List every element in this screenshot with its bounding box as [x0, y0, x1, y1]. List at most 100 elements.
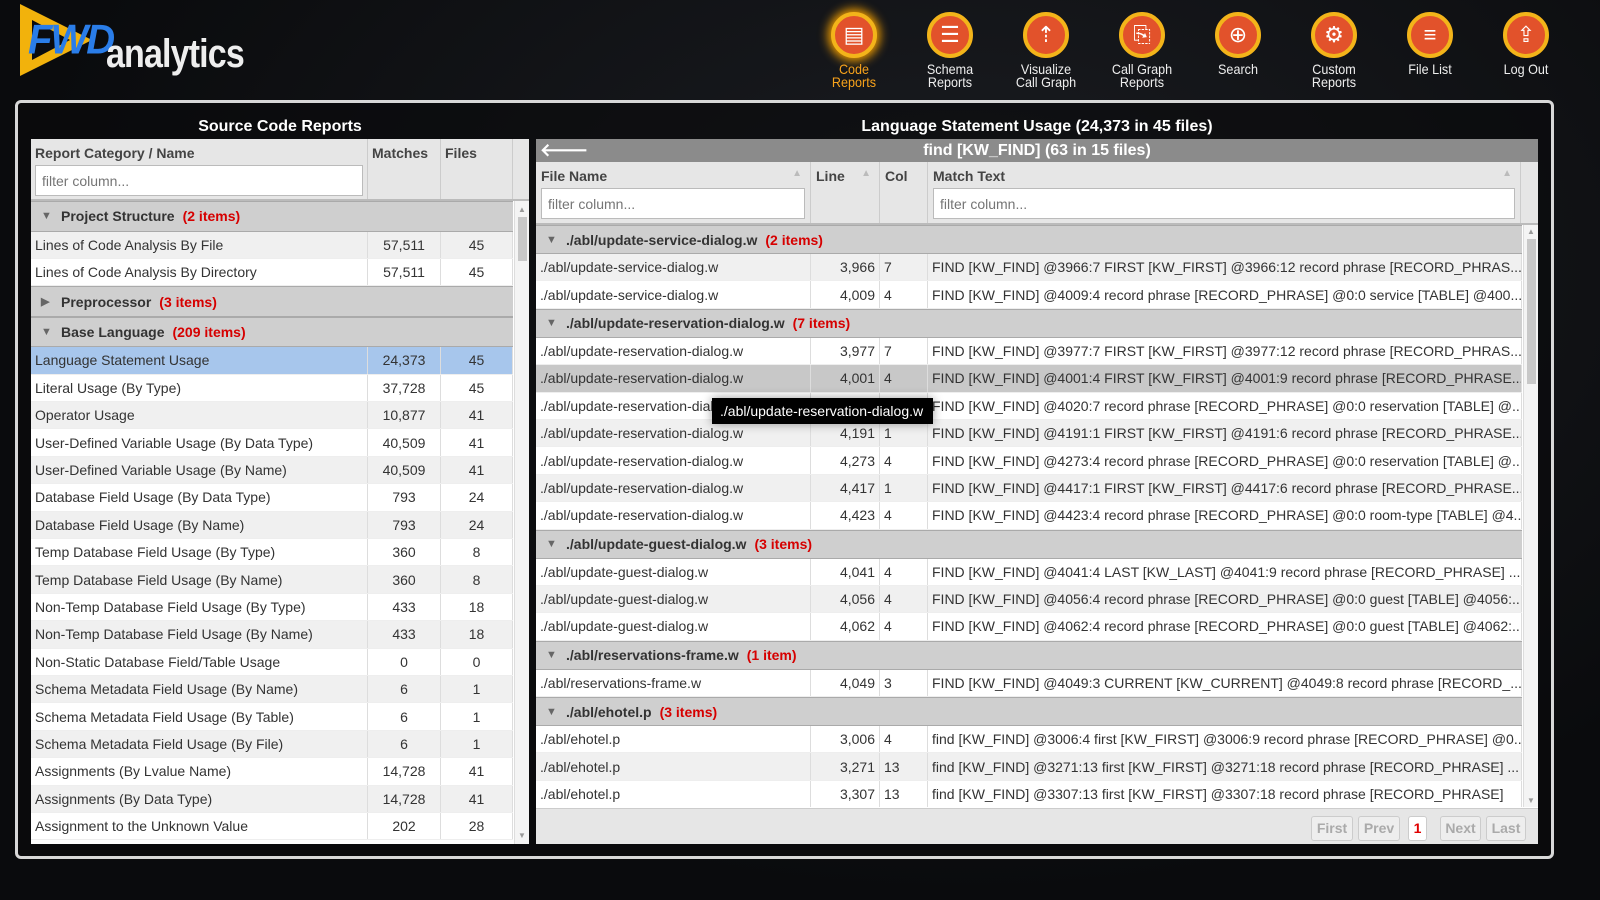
right-scrollbar[interactable]: ▲ ▼	[1523, 225, 1538, 807]
nav-gear[interactable]: ⚙ Custom Reports	[1286, 12, 1382, 89]
column-header-files[interactable]: Files	[441, 139, 513, 199]
report-matches: 360	[368, 566, 441, 593]
collapse-triangle-icon[interactable]: ▼	[546, 706, 558, 718]
report-row[interactable]: Assignments (By Data Type) 14,728 41	[31, 785, 513, 813]
collapse-triangle-icon[interactable]: ▼	[546, 234, 558, 246]
file-group[interactable]: ▼ ./abl/update-reservation-dialog.w (7 ite…	[536, 308, 1522, 338]
match-row[interactable]: ./abl/reservations-frame.w 4,049 3 FIND [KW…	[536, 669, 1522, 698]
report-row[interactable]: Temp Database Field Usage (By Name) 360 8	[31, 566, 513, 594]
column-header-match-text[interactable]: Match Text	[933, 168, 1515, 184]
nav-list[interactable]: ≡ File List	[1382, 12, 1478, 89]
report-row[interactable]: User-Defined Variable Usage (By Data Typ…	[31, 429, 513, 457]
report-row[interactable]: Assignment to the Unknown Value 202 28	[31, 812, 513, 841]
next-page-button[interactable]: Next	[1440, 816, 1481, 841]
category-group[interactable]: ▼ Project Structure (2 items)	[31, 201, 513, 232]
report-row[interactable]: Schema Metadata Field Usage (By Table) 6 1	[31, 703, 513, 731]
match-row[interactable]: ./abl/update-reservation-dialog.w 4,423 4 F…	[536, 502, 1522, 530]
match-file-name: ./abl/ehotel.p	[536, 726, 811, 753]
nav-crosshair[interactable]: ⊕ Search	[1190, 12, 1286, 89]
match-results-table: 🡐 find [KW_FIND] (63 in 15 files) File N…	[536, 139, 1538, 844]
column-header-file-name[interactable]: File Name	[541, 168, 805, 184]
nav-database[interactable]: ☰ Schema Reports	[902, 12, 998, 89]
match-row[interactable]: ./abl/update-guest-dialog.w 4,056 4 FIND [K…	[536, 585, 1522, 614]
match-row[interactable]: ./abl/update-reservation-dialog.w 4,273 4 F…	[536, 447, 1522, 475]
sort-icon[interactable]: ▲	[1502, 168, 1512, 179]
report-files: 41	[441, 402, 513, 429]
match-row[interactable]: ./abl/update-guest-dialog.w 4,062 4 FIND [K…	[536, 613, 1522, 641]
last-page-button[interactable]: Last	[1486, 816, 1526, 841]
report-row[interactable]: User-Defined Variable Usage (By Name) 40,…	[31, 456, 513, 485]
nav-document[interactable]: ▤ Code Reports	[806, 12, 902, 89]
file-group[interactable]: ▼ ./abl/reservations-frame.w (1 item)	[536, 640, 1522, 670]
nav-call-graph-report[interactable]: ⎘ Call Graph Reports	[1094, 12, 1190, 89]
back-arrow-icon[interactable]: 🡐	[540, 139, 588, 162]
first-page-button[interactable]: First	[1311, 816, 1353, 841]
collapse-triangle-icon[interactable]: ▼	[546, 649, 558, 661]
column-header-col[interactable]: Col	[880, 162, 928, 223]
current-page-button[interactable]: 1	[1408, 816, 1427, 841]
collapse-triangle-icon[interactable]: ▼	[546, 317, 558, 329]
match-col: 4	[880, 585, 928, 613]
match-text: FIND [KW_FIND] @4423:4 record phrase [RE…	[928, 502, 1522, 529]
report-row[interactable]: Database Field Usage (By Name) 793 24	[31, 511, 513, 540]
match-row[interactable]: ./abl/update-reservation-dialog.w 4,001 4 F…	[536, 365, 1522, 393]
match-row[interactable]: ./abl/update-guest-dialog.w 4,041 4 FIND [K…	[536, 558, 1522, 586]
nav-logout[interactable]: ⇪ Log Out	[1478, 12, 1574, 89]
left-scrollbar[interactable]: ▲ ▼	[514, 201, 529, 844]
prev-page-button[interactable]: Prev	[1358, 816, 1400, 841]
report-row[interactable]: Non-Temp Database Field Usage (By Type) 4…	[31, 593, 513, 622]
report-matches: 37,728	[368, 374, 441, 402]
match-text-filter-input[interactable]	[933, 188, 1515, 219]
group-count: (209 items)	[172, 324, 246, 341]
category-group[interactable]: ▶ Preprocessor (3 items)	[31, 286, 513, 317]
match-row[interactable]: ./abl/update-reservation-dialog.w4,0207F…	[536, 392, 1522, 420]
report-row[interactable]: Literal Usage (By Type) 37,728 45	[31, 374, 513, 403]
file-group[interactable]: ▼ ./abl/update-service-dialog.w (2 items)	[536, 225, 1522, 254]
report-row[interactable]: Operator Usage 10,877 41	[31, 402, 513, 430]
report-row[interactable]: Lines of Code Analysis By File 57,511 45	[31, 231, 513, 259]
file-group[interactable]: ▼ ./abl/ehotel.p (3 items)	[536, 697, 1522, 727]
report-row[interactable]: Temp Database Field Usage (By Type) 360 8	[31, 539, 513, 567]
match-row[interactable]: ./abl/ehotel.p 3,307 13 find [KW_FIND] @330…	[536, 780, 1522, 807]
report-name: Schema Metadata Field Usage (By File)	[31, 730, 368, 758]
report-row[interactable]: Lines of Code Analysis By Directory 57,51…	[31, 258, 513, 287]
nav-label: Search	[1218, 61, 1258, 77]
report-matches: 433	[368, 593, 441, 621]
match-col: 4	[880, 613, 928, 640]
collapse-triangle-icon[interactable]: ▼	[41, 326, 53, 338]
report-row[interactable]: Non-Temp Database Field Usage (By Name) 4…	[31, 621, 513, 649]
match-row[interactable]: ./abl/update-reservation-dialog.w 3,977 7 F…	[536, 337, 1522, 366]
report-row[interactable]: Database Field Usage (By Data Type) 793 24	[31, 484, 513, 512]
match-line: 4,423	[811, 502, 880, 529]
column-header-matches[interactable]: Matches	[368, 139, 441, 199]
report-row[interactable]: Schema Metadata Field Usage (By File) 6 1	[31, 730, 513, 759]
expand-triangle-icon[interactable]: ▶	[41, 295, 53, 308]
match-row[interactable]: ./abl/update-reservation-dialog.w 4,191 1 F…	[536, 419, 1522, 448]
report-category-table: Report Category / Name Matches Files ▼ Pr…	[31, 139, 529, 844]
sort-icon[interactable]: ▲	[861, 168, 871, 179]
document-icon: ▤	[831, 12, 877, 58]
match-col: 1	[880, 474, 928, 502]
match-col: 13	[880, 753, 928, 780]
match-row[interactable]: ./abl/ehotel.p 3,006 4 find [KW_FIND] @3006…	[536, 726, 1522, 754]
report-row[interactable]: Schema Metadata Field Usage (By Name) 6 1	[31, 675, 513, 704]
name-filter-input[interactable]	[35, 165, 363, 196]
column-header-name[interactable]: Report Category / Name	[35, 145, 363, 161]
match-row[interactable]: ./abl/update-service-dialog.w 4,009 4 FIND …	[536, 281, 1522, 309]
file-group[interactable]: ▼ ./abl/update-guest-dialog.w (3 items)	[536, 529, 1522, 559]
match-line: 3,966	[811, 254, 880, 281]
sort-icon[interactable]: ▲	[792, 168, 802, 179]
collapse-triangle-icon[interactable]: ▼	[41, 210, 53, 222]
match-col: 3	[880, 669, 928, 697]
match-row[interactable]: ./abl/ehotel.p 3,271 13 find [KW_FIND] @327…	[536, 753, 1522, 781]
match-line: 4,001	[811, 365, 880, 392]
nav-call-graph[interactable]: ⇡ Visualize Call Graph	[998, 12, 1094, 89]
report-row[interactable]: Non-Static Database Field/Table Usage 0 0	[31, 648, 513, 676]
report-row[interactable]: Language Statement Usage 24,373 45	[31, 347, 513, 375]
match-row[interactable]: ./abl/update-service-dialog.w 3,966 7 FIND …	[536, 254, 1522, 282]
file-name-filter-input[interactable]	[541, 188, 805, 219]
match-row[interactable]: ./abl/update-reservation-dialog.w 4,417 1 F…	[536, 474, 1522, 503]
collapse-triangle-icon[interactable]: ▼	[546, 538, 558, 550]
category-group[interactable]: ▼ Base Language (209 items)	[31, 316, 513, 348]
report-row[interactable]: Assignments (By Lvalue Name) 14,728 41	[31, 758, 513, 786]
